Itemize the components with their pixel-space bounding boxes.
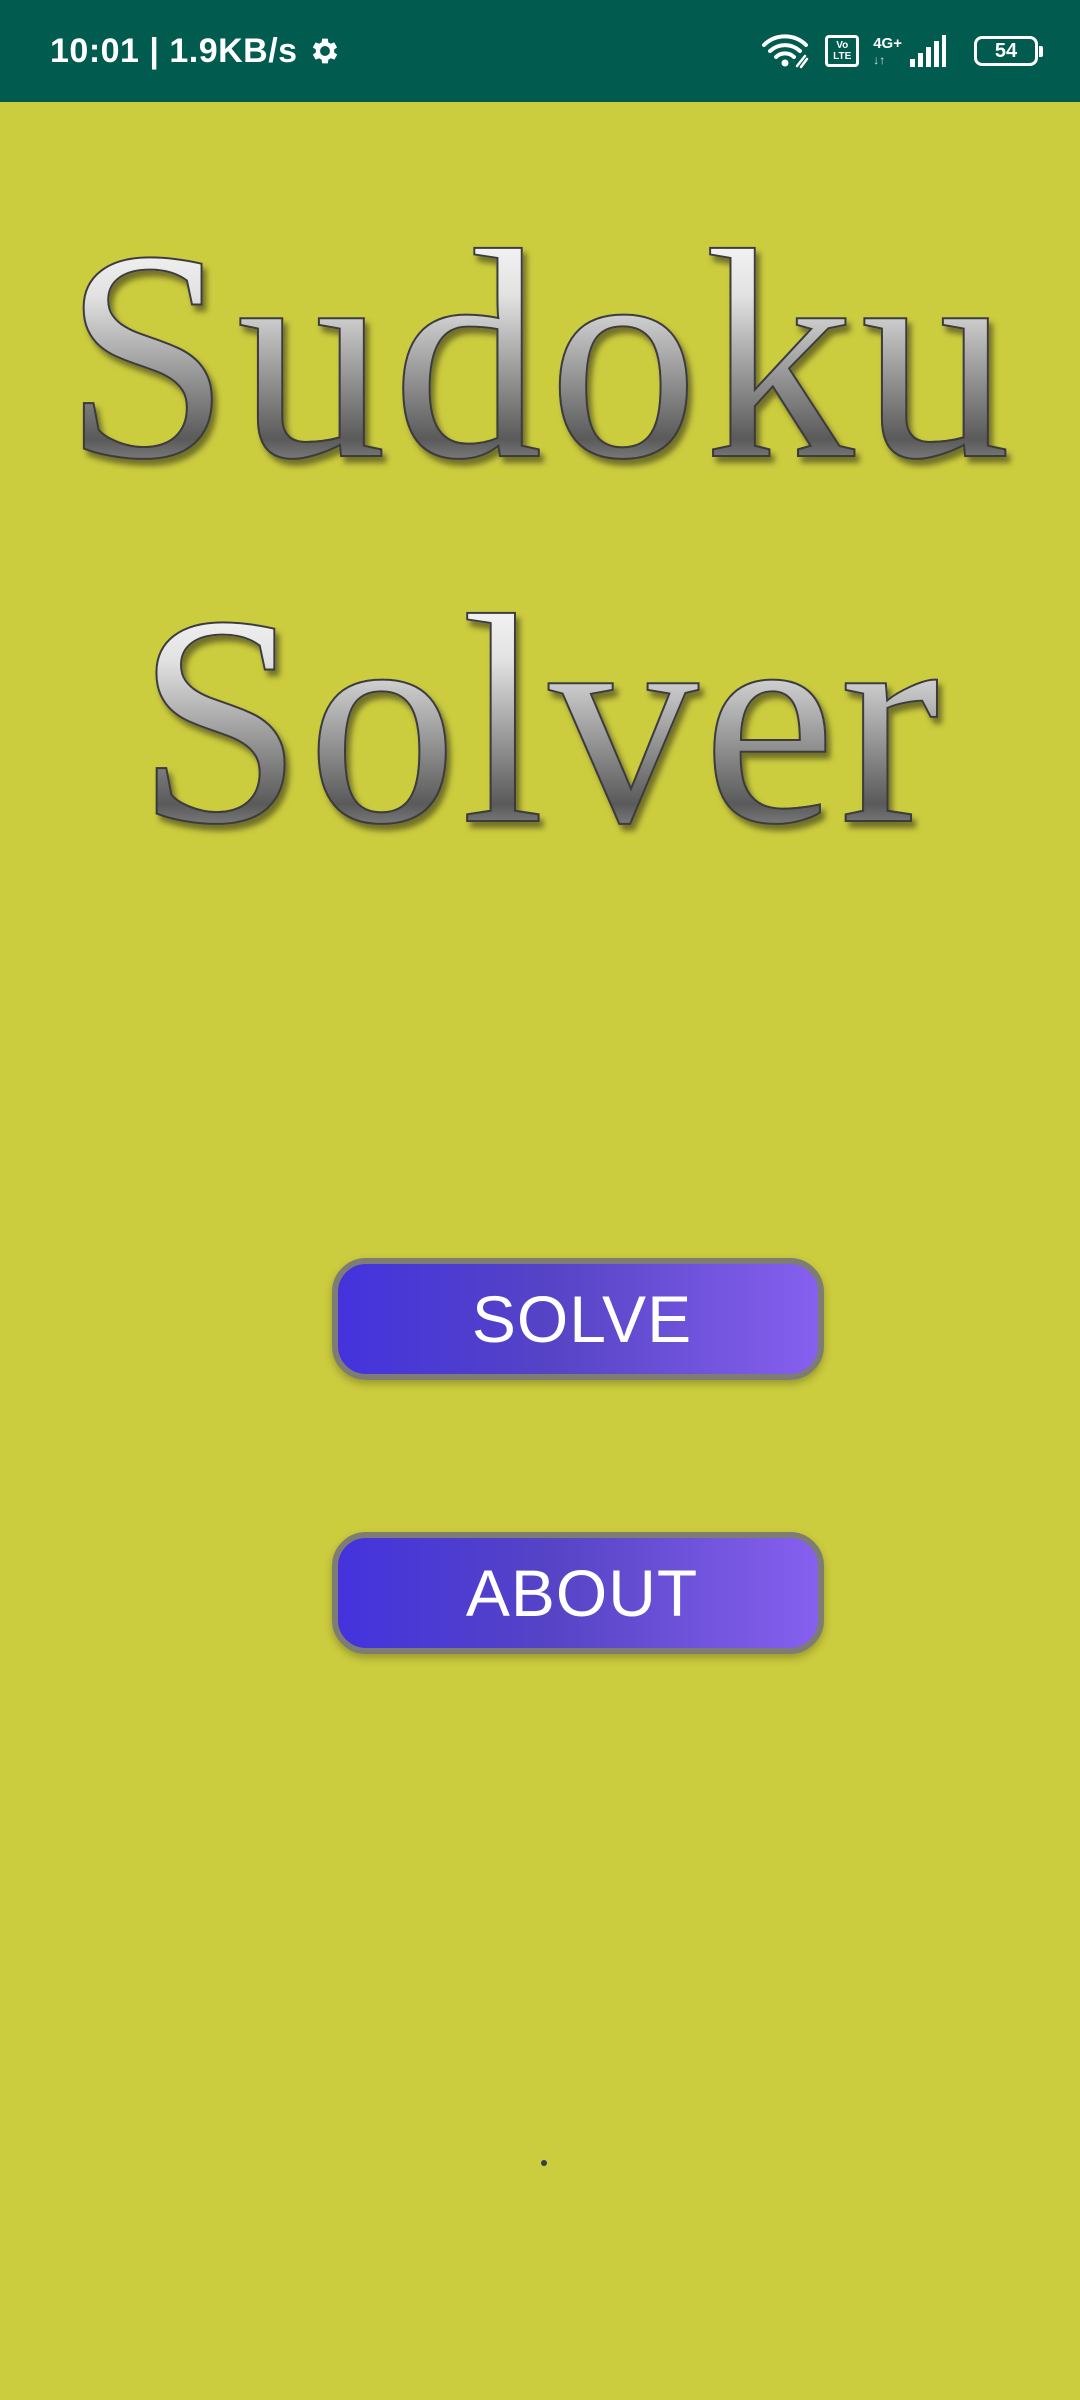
volte-bottom-label: LTE bbox=[833, 51, 852, 62]
volte-icon: Vo LTE bbox=[825, 35, 860, 67]
signal-icon bbox=[910, 35, 946, 67]
solve-button-label: SOLVE bbox=[471, 1282, 693, 1356]
status-right: Vo LTE 4G+ ↓↑ 54 bbox=[761, 0, 1043, 102]
network-type-label: 4G+ bbox=[873, 35, 902, 52]
status-bar: 10:01 | 1.9KB/s Vo LTE 4G+ ↓↑ 54 bbox=[0, 0, 1080, 102]
battery-icon: 54 bbox=[974, 36, 1043, 66]
gear-icon bbox=[308, 34, 342, 68]
solve-button[interactable]: SOLVE bbox=[332, 1258, 824, 1380]
volte-top-label: Vo bbox=[836, 40, 849, 51]
app-screen: 10:01 | 1.9KB/s Vo LTE 4G+ ↓↑ 54 Sudoku … bbox=[0, 0, 1080, 2400]
title-solver: Solver bbox=[0, 569, 1080, 871]
status-left: 10:01 | 1.9KB/s bbox=[50, 0, 342, 102]
about-button[interactable]: ABOUT bbox=[332, 1532, 824, 1654]
network-type: 4G+ ↓↑ bbox=[873, 29, 902, 73]
decorative-dot bbox=[541, 2160, 547, 2166]
wifi-icon bbox=[761, 32, 811, 70]
status-time-speed: 10:01 | 1.9KB/s bbox=[50, 31, 298, 70]
about-button-label: ABOUT bbox=[465, 1556, 699, 1630]
battery-level: 54 bbox=[994, 39, 1018, 62]
title-sudoku: Sudoku bbox=[0, 204, 1080, 506]
data-arrows-icon: ↓↑ bbox=[873, 53, 886, 67]
